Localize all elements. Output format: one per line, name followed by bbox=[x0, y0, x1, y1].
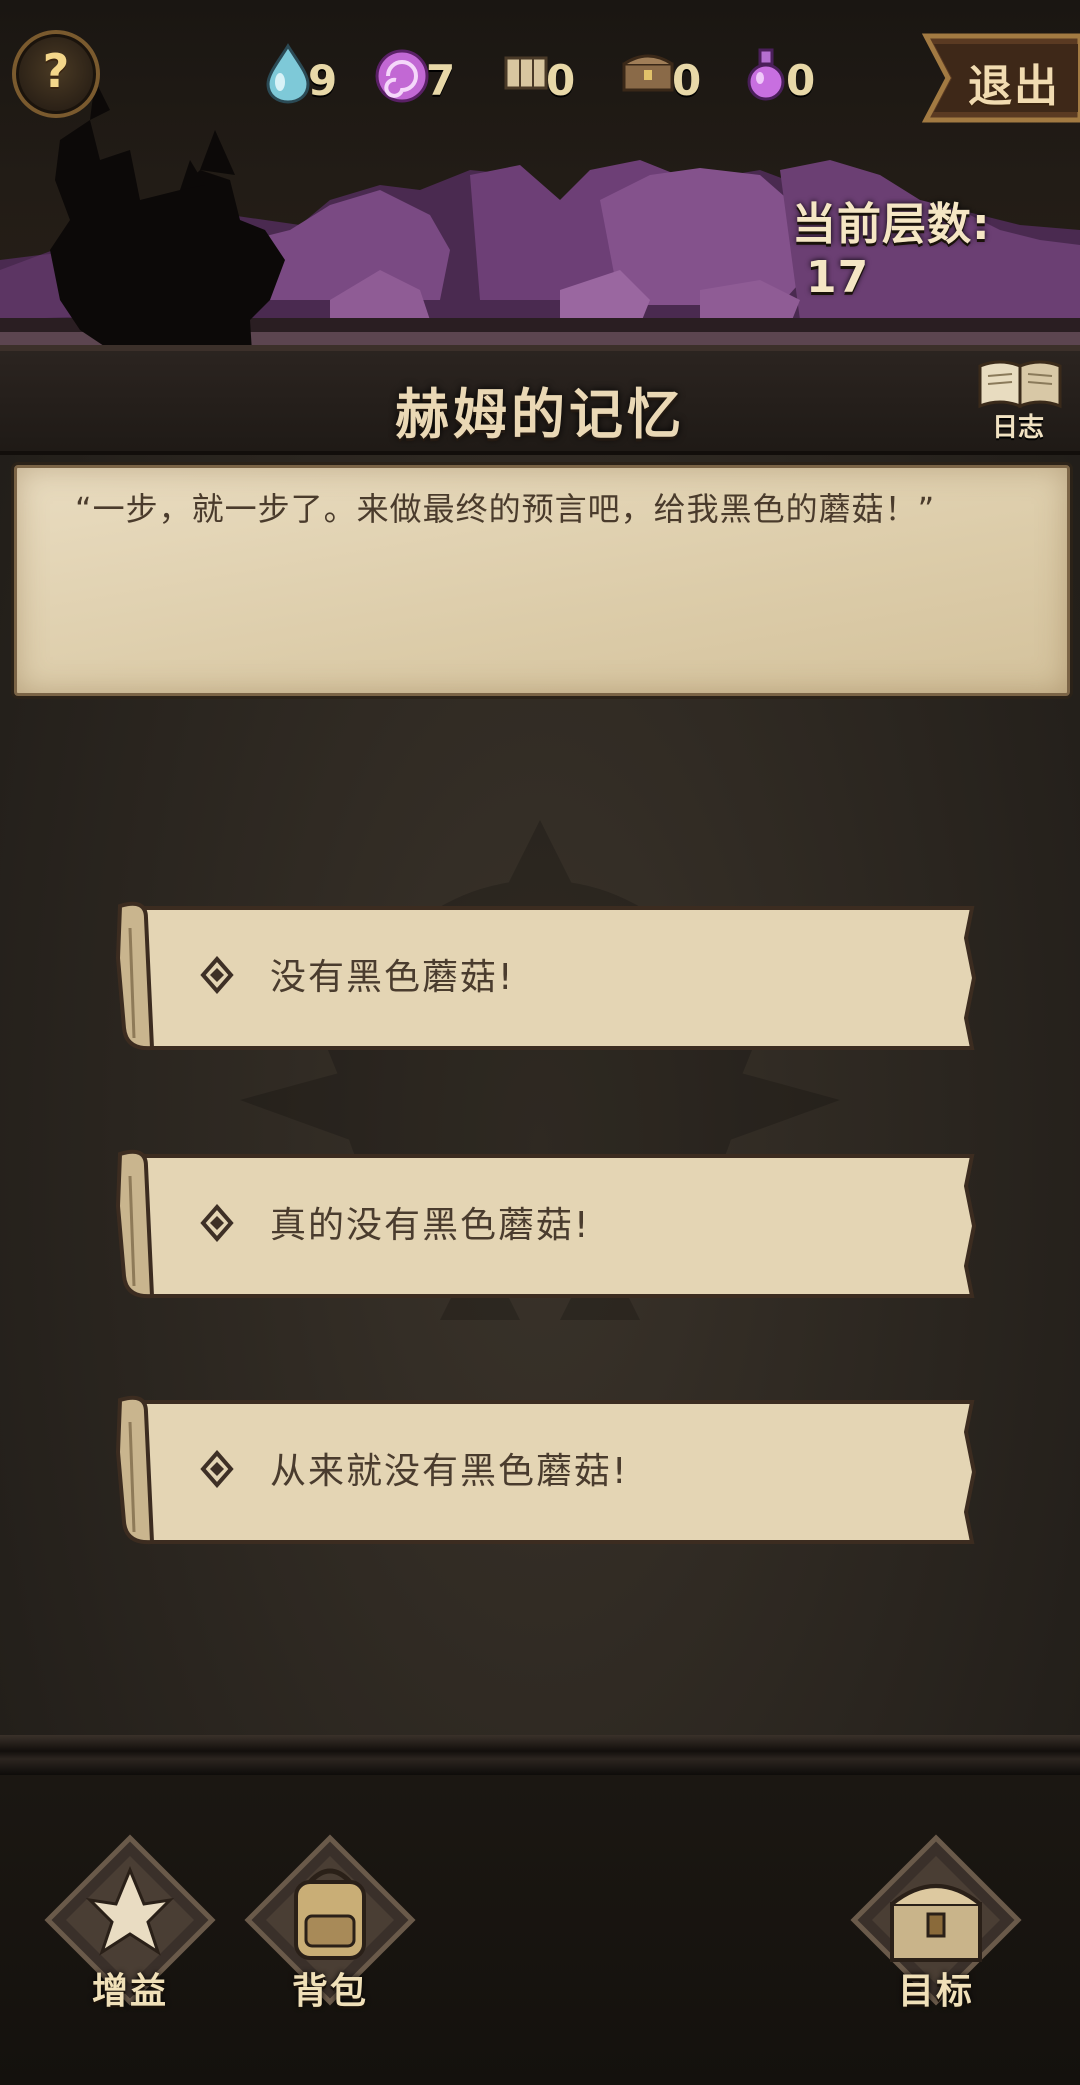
diamond-bullet-icon bbox=[200, 1204, 234, 1242]
help-button[interactable]: ? bbox=[12, 30, 100, 118]
scroll-map-icon bbox=[504, 56, 548, 90]
resource-chest-count: 0 bbox=[672, 55, 702, 105]
goal-button[interactable]: 目标 bbox=[846, 1830, 1026, 2030]
resource-scroll-count: 0 bbox=[546, 55, 576, 105]
exit-label: 退出 bbox=[968, 61, 1060, 112]
floor-indicator: 当前层数: 17 bbox=[792, 188, 1080, 303]
log-label: 日志 bbox=[992, 413, 1045, 443]
resource-potion-count: 0 bbox=[786, 55, 816, 105]
water-drop-icon bbox=[266, 43, 310, 104]
diamond-bullet-icon bbox=[200, 956, 234, 994]
resource-water-count: 9 bbox=[308, 55, 338, 105]
choice-label: 从来就没有黑色蘑菇! bbox=[270, 1451, 629, 1492]
resource-swirl-count: 7 bbox=[426, 55, 456, 105]
choice-option-1[interactable]: 没有黑色蘑菇! bbox=[116, 898, 976, 1058]
exit-button[interactable]: 退出 bbox=[918, 30, 1080, 126]
goal-label: 目标 bbox=[897, 1971, 974, 2012]
resource-scroll: 0 bbox=[500, 38, 575, 108]
book-icon bbox=[978, 360, 1062, 409]
purple-swirl-icon bbox=[375, 49, 429, 103]
bottom-rail-divider bbox=[0, 1735, 1080, 1775]
choice-option-3[interactable]: 从来就没有黑色蘑菇! bbox=[116, 1392, 976, 1552]
help-icon: ? bbox=[42, 44, 70, 98]
resource-chest: 0 bbox=[618, 38, 701, 108]
floor-value: 17 bbox=[806, 252, 870, 303]
buff-label: 增益 bbox=[91, 1971, 168, 2012]
game-screen: ? 9 7 0 0 0 退出 当前层数: 17 赫姆的记忆 日志 “一步，就一步… bbox=[0, 0, 1080, 2085]
bag-label: 背包 bbox=[291, 1971, 368, 2012]
choice-scroll-frame bbox=[116, 901, 976, 1051]
bag-button[interactable]: 背包 bbox=[240, 1830, 420, 2030]
choice-option-2[interactable]: 真的没有黑色蘑菇! bbox=[116, 1146, 976, 1306]
potion-flask-icon bbox=[747, 48, 785, 101]
header-banner: ? 9 7 0 0 0 退出 当前层数: 17 赫姆的记忆 日志 bbox=[0, 0, 1080, 455]
floor-label: 当前层数: bbox=[792, 199, 991, 250]
choice-label: 没有黑色蘑菇! bbox=[270, 957, 515, 998]
dialog-parchment: “一步，就一步了。来做最终的预言吧，给我黑色的蘑菇！” bbox=[14, 465, 1070, 696]
page-title: 赫姆的记忆 bbox=[395, 383, 685, 446]
resource-water: 9 bbox=[262, 38, 337, 108]
dialog-text: “一步，就一步了。来做最终的预言吧，给我黑色的蘑菇！” bbox=[75, 490, 936, 528]
bottom-nav: 增益 背包 目标 bbox=[0, 1735, 1080, 2085]
log-button[interactable]: 日志 bbox=[970, 352, 1070, 443]
resource-potion: 0 bbox=[740, 38, 815, 108]
treasure-chest-icon bbox=[622, 54, 674, 92]
buff-button[interactable]: 增益 bbox=[40, 1830, 220, 2030]
diamond-bullet-icon bbox=[200, 1450, 234, 1488]
choice-label: 真的没有黑色蘑菇! bbox=[270, 1205, 591, 1246]
resource-swirl: 7 bbox=[372, 38, 455, 108]
